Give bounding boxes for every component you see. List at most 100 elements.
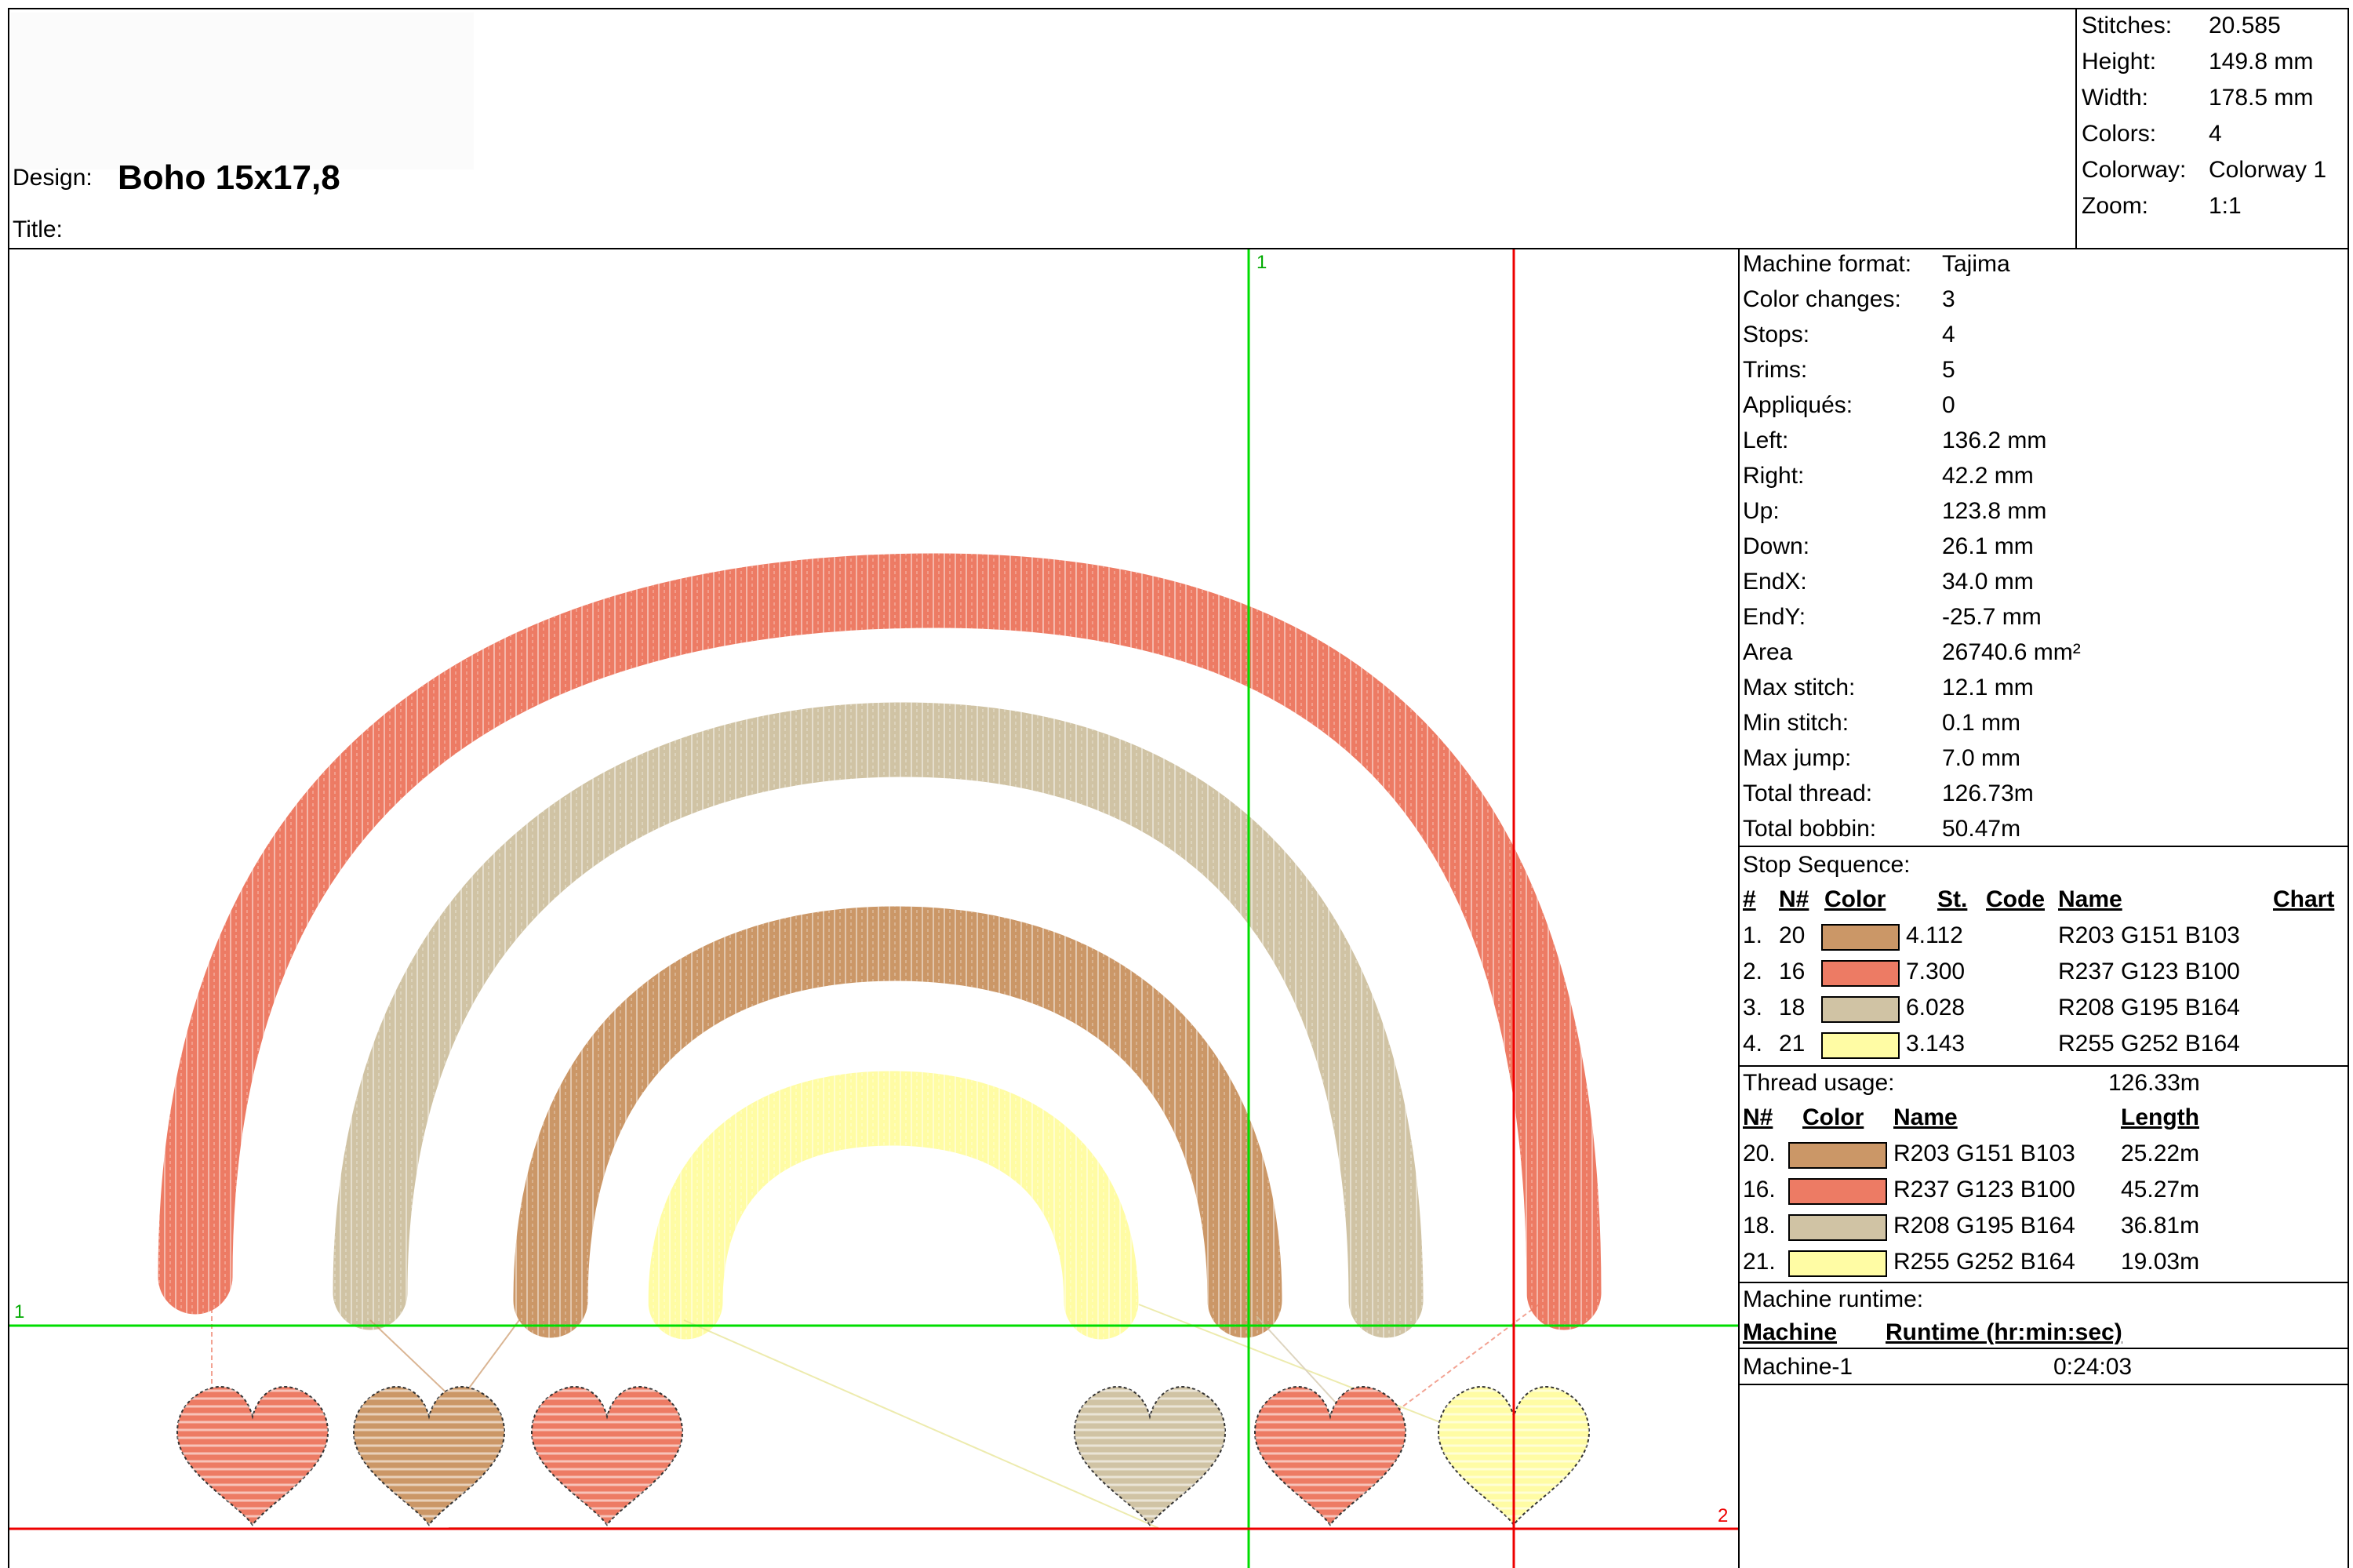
color-swatch [1788, 1178, 1887, 1205]
col-header-n: N# [1743, 1104, 1773, 1130]
stop-num: 4. [1743, 1031, 1763, 1057]
stop-name: R203 G151 B103 [2058, 922, 2240, 948]
stop-num: 1. [1743, 922, 1763, 948]
info-value: Tajima [1942, 251, 2010, 277]
info-label: Down: [1743, 533, 1810, 559]
info-value: 123.8 mm [1942, 498, 2047, 524]
stop-sequence-title: Stop Sequence: [1743, 852, 1911, 878]
color-swatch [1788, 1214, 1887, 1241]
info-panel: Machine format: Tajima Color changes: 3 Stop… [1738, 248, 2349, 1568]
info-value: 7.0 mm [1942, 745, 2021, 771]
col-header-chart: Chart [2273, 886, 2335, 912]
col-header-name: Name [2058, 886, 2122, 912]
col-header-num: # [1743, 886, 1756, 912]
col-header-color: Color [1824, 886, 1886, 912]
col-header-name: Name [1893, 1104, 1958, 1130]
summary-label: Zoom: [2082, 193, 2149, 219]
embroidery-preview: 1 1 2 [9, 249, 1740, 1568]
info-label: Max jump: [1743, 745, 1852, 771]
info-value: 26740.6 mm² [1942, 639, 2081, 665]
summary-value: 20.585 [2209, 13, 2281, 38]
col-header-runtime: Runtime (hr:min:sec) [1886, 1319, 2122, 1345]
info-label: Machine format: [1743, 251, 1912, 277]
heart-stitch-overlay [177, 1387, 328, 1525]
col-header-machine: Machine [1743, 1319, 1838, 1345]
col-header-length: Length [2121, 1104, 2199, 1130]
info-value: 12.1 mm [1942, 675, 2034, 700]
stop-needle: 18 [1779, 995, 1806, 1020]
heart-stitch-overlay [1075, 1387, 1225, 1525]
info-value: 5 [1942, 357, 1955, 383]
thread-needle: 18. [1743, 1213, 1776, 1239]
divider [1740, 1348, 2348, 1349]
info-value: 50.47m [1942, 816, 2021, 842]
color-swatch [1821, 1032, 1900, 1059]
info-label: Total bobbin: [1743, 816, 1877, 842]
info-value: 42.2 mm [1942, 463, 2034, 489]
color-swatch [1788, 1142, 1887, 1169]
color-swatch [1788, 1250, 1887, 1277]
info-value: 126.73m [1942, 780, 2034, 806]
thread-length: 19.03m [2121, 1249, 2200, 1275]
divider [1740, 1384, 2348, 1385]
stop-name: R237 G123 B100 [2058, 959, 2240, 984]
summary-label: Colorway: [2082, 157, 2187, 183]
summary-value: 4 [2209, 121, 2222, 147]
info-label: Right: [1743, 463, 1805, 489]
thread-name: R203 G151 B103 [1893, 1141, 2075, 1166]
thread-length: 25.22m [2121, 1141, 2200, 1166]
heart-stitch-overlay [354, 1387, 504, 1525]
info-label: Max stitch: [1743, 675, 1856, 700]
info-value: -25.7 mm [1942, 604, 2042, 630]
divider [1740, 846, 2348, 847]
info-label: Color changes: [1743, 286, 1901, 312]
stop-stitches: 4.112 [1906, 922, 1963, 948]
design-label: Design: [13, 165, 93, 191]
info-value: 136.2 mm [1942, 427, 2047, 453]
info-label: Up: [1743, 498, 1780, 524]
thread-needle: 21. [1743, 1249, 1776, 1275]
stop-num: 2. [1743, 959, 1763, 984]
design-canvas[interactable]: 1 1 2 [8, 248, 1740, 1568]
info-value: 34.0 mm [1942, 569, 2034, 595]
green-h-label: 1 [14, 1301, 24, 1322]
info-label: Area [1743, 639, 1793, 665]
info-label: EndY: [1743, 604, 1806, 630]
stop-stitches: 3.143 [1906, 1031, 1966, 1057]
summary-value: Colorway 1 [2209, 157, 2327, 183]
col-header-code: Code [1986, 886, 2045, 912]
color-swatch [1821, 996, 1900, 1023]
stop-stitches: 7.300 [1906, 959, 1966, 984]
runtime-value: 0:24:03 [2053, 1354, 2133, 1380]
info-label: Trims: [1743, 357, 1808, 383]
stop-stitches: 6.028 [1906, 995, 1966, 1020]
green-v-label: 1 [1257, 252, 1267, 273]
info-label: Left: [1743, 427, 1789, 453]
summary-label: Colors: [2082, 121, 2157, 147]
summary-label: Width: [2082, 85, 2149, 111]
red-h-label: 2 [1718, 1505, 1728, 1526]
heart-stitch-overlay [532, 1387, 682, 1525]
thread-name: R237 G123 B100 [1893, 1177, 2075, 1202]
info-label: Appliqués: [1743, 392, 1853, 418]
runtime-title: Machine runtime: [1743, 1286, 1924, 1312]
stop-needle: 20 [1779, 922, 1806, 948]
info-label: Min stitch: [1743, 710, 1849, 736]
thread-usage-total: 126.33m [2108, 1070, 2200, 1096]
divider [1740, 1282, 2348, 1283]
summary-value: 149.8 mm [2209, 49, 2314, 75]
design-header: Design: Boho 15x17,8 Title: [8, 8, 2349, 249]
color-swatch [1821, 960, 1900, 987]
thread-usage-title: Thread usage: [1743, 1070, 1895, 1096]
col-header-color: Color [1802, 1104, 1864, 1130]
color-swatch [1821, 924, 1900, 951]
info-value: 0 [1942, 392, 1955, 418]
info-value: 3 [1942, 286, 1955, 312]
summary-label: Height: [2082, 49, 2157, 75]
info-label: Stops: [1743, 322, 1810, 347]
thread-needle: 16. [1743, 1177, 1776, 1202]
design-name: Boho 15x17,8 [118, 158, 340, 197]
runtime-machine: Machine-1 [1743, 1354, 1853, 1380]
stop-name: R255 G252 B164 [2058, 1031, 2240, 1057]
info-value: 4 [1942, 322, 1955, 347]
